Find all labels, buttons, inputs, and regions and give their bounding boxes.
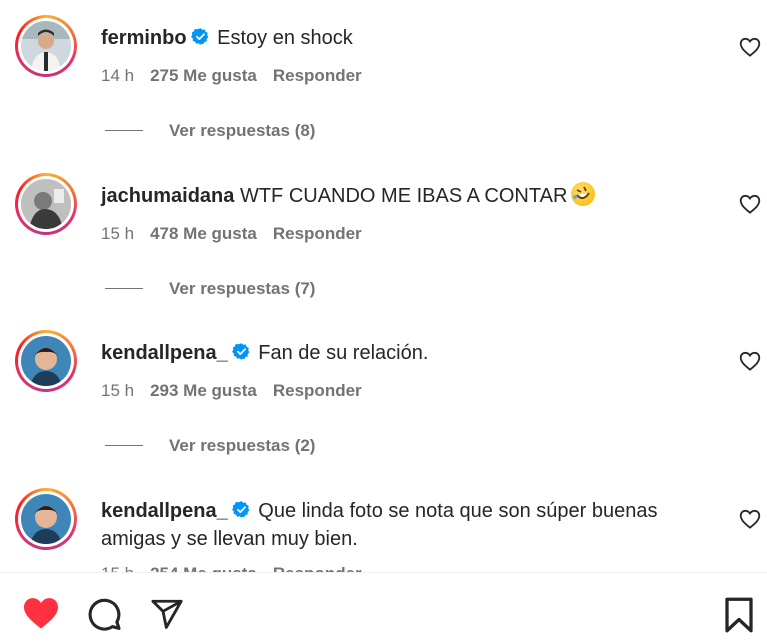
replies-divider: [105, 288, 143, 289]
verified-badge-icon: [231, 343, 250, 360]
comment-text: Estoy en shock: [217, 27, 353, 49]
comments-list: ferminbo Estoy en shock 14 h 275 Me gusta…: [0, 0, 767, 572]
comment-meta: 15 h 478 Me gusta Responder: [101, 224, 378, 244]
reply-button[interactable]: Responder: [273, 224, 362, 243]
comment-text: WTF CUANDO ME IBAS A CONTAR: [239, 185, 568, 207]
heart-icon[interactable]: [739, 194, 761, 214]
comment-username[interactable]: ferminbo: [101, 27, 187, 49]
avatar[interactable]: [15, 15, 77, 77]
view-replies-label: Ver respuestas (7): [169, 279, 316, 298]
rolling-laughing-emoji-icon: [571, 182, 596, 206]
verified-badge-icon: [231, 501, 250, 518]
reply-button[interactable]: Responder: [273, 66, 362, 85]
comment-icon[interactable]: [86, 596, 122, 632]
comment-meta: 15 h 254 Me gusta Responder: [101, 564, 378, 572]
comment-likes[interactable]: 254 Me gusta: [150, 564, 257, 572]
bookmark-icon[interactable]: [723, 597, 755, 633]
comment-username[interactable]: jachumaidana: [101, 185, 234, 207]
comment-time: 15 h: [101, 381, 135, 400]
avatar[interactable]: [15, 488, 77, 550]
view-replies-button[interactable]: Ver respuestas (7): [105, 279, 315, 299]
comment-time: 15 h: [101, 564, 134, 572]
comment-time: 14 h: [101, 66, 135, 85]
avatar[interactable]: [15, 330, 77, 392]
heart-filled-icon[interactable]: [22, 596, 60, 630]
comment-meta: 14 h 275 Me gusta Responder: [101, 66, 378, 86]
post-action-bar: [0, 572, 767, 642]
comment-text: Fan de su relación.: [258, 342, 429, 364]
view-replies-button[interactable]: Ver respuestas (8): [105, 121, 315, 141]
verified-badge-icon: [190, 28, 208, 45]
comment-username[interactable]: kendallpena_: [101, 500, 228, 522]
comment-username[interactable]: kendallpena_: [101, 342, 228, 364]
paper-plane-icon[interactable]: [149, 597, 185, 631]
comment-likes[interactable]: 478 Me gusta: [150, 224, 257, 243]
reply-button[interactable]: Responder: [273, 564, 362, 572]
comment-meta: 15 h 293 Me gusta Responder: [101, 381, 378, 401]
heart-icon[interactable]: [739, 37, 761, 57]
comment-time: 15 h: [101, 224, 135, 243]
view-replies-button[interactable]: Ver respuestas (2): [105, 436, 315, 456]
view-replies-label: Ver respuestas (2): [169, 436, 316, 455]
comment-likes[interactable]: 293 Me gusta: [150, 381, 257, 400]
comment-likes[interactable]: 275 Me gusta: [150, 66, 257, 85]
replies-divider: [105, 445, 143, 446]
reply-button[interactable]: Responder: [273, 381, 362, 400]
avatar[interactable]: [15, 173, 77, 235]
heart-icon[interactable]: [739, 351, 761, 371]
heart-icon[interactable]: [739, 509, 761, 529]
replies-divider: [105, 130, 143, 131]
view-replies-label: Ver respuestas (8): [169, 121, 316, 140]
